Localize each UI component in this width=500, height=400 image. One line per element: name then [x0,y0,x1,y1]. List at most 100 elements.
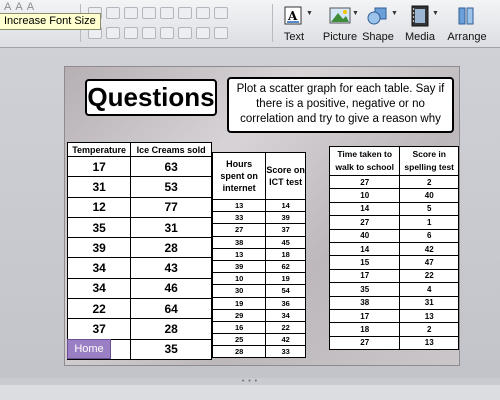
pane-splitter[interactable]: • • • [0,378,500,385]
table-cell: 46 [130,277,212,300]
slide-title[interactable]: Questions [85,79,217,116]
table-row: 39 28 [66,237,212,259]
table-cell: 13 [399,308,459,324]
table-cell: 47 [399,255,459,270]
table-cell: 39 [211,259,267,274]
table-row: 27 13 [328,335,459,351]
align-top-button[interactable] [160,27,174,39]
table-cell: 30 [211,284,267,298]
arrange-tool-label: Arrange [447,31,487,43]
table-cell: 35 [328,282,401,297]
paragraph-controls [88,7,228,19]
clear-formatting-icon[interactable]: A [27,1,34,13]
table-cell: 36 [265,296,306,310]
table-cell: 17 [328,308,401,324]
table-row: 25 42 [211,333,306,347]
media-tool[interactable]: Media [396,2,444,43]
table-cell: 22 [399,268,459,284]
numbering-button[interactable] [106,7,120,19]
table-cell: 17 [66,155,132,178]
table-cell: 22 [66,298,132,320]
table-header: Score on ICT test [265,152,306,200]
align-bottom-button[interactable] [196,27,210,39]
chevron-down-icon[interactable]: ▼ [432,10,439,17]
table-cell: 15 [328,255,401,270]
table-cell: 42 [399,241,459,257]
table-cell: 27 [328,215,401,230]
indent-button[interactable] [142,7,156,19]
table-cell: 40 [328,228,401,243]
home-button[interactable]: Home [67,339,111,359]
columns-button[interactable] [196,7,210,19]
table-cell: 5 [399,201,459,217]
slide[interactable]: Questions Plot a scatter graph for each … [64,66,460,366]
table-cell: 39 [66,237,132,259]
table-cell: 37 [66,318,132,340]
table-row: 27 1 [328,215,459,230]
svg-text:A: A [287,9,298,23]
tooltip: Increase Font Size [0,13,101,30]
table-row: 33 39 [211,211,306,225]
table-cell: 64 [130,298,212,320]
table-cell: 10 [211,272,267,286]
table-row: 17 63 [66,155,212,178]
convert-to-smartart-button[interactable] [214,27,228,39]
table-cell: 53 [130,176,212,198]
text-box-tool[interactable]: A Text [270,2,318,43]
line-spacing-button[interactable] [160,7,174,19]
table-row: 37 28 [66,318,212,340]
table-row: 17 13 [328,308,459,324]
shape-tool[interactable]: Shape [354,2,402,43]
arrange-icon [458,7,474,25]
table-row: 18 2 [328,322,459,337]
internet-table[interactable]: Hours spent on internet Score on ICT tes… [211,152,306,359]
font-size-controls: A A A [4,1,34,13]
alignment-controls [88,27,228,39]
table-row: 28 33 [211,345,306,359]
text-direction-button[interactable] [178,7,192,19]
table-cell: 77 [130,196,212,218]
grip-handle-icon[interactable]: • • • [242,378,258,385]
table-cell: 1 [399,215,459,230]
table-row: 19 36 [211,296,306,310]
table-cell: 17 [328,268,401,284]
align-middle-button[interactable] [178,27,192,39]
table-cell: 63 [130,155,212,178]
table-cell: 14 [265,198,306,213]
table-header: Hours spent on internet [211,152,267,200]
align-right-button[interactable] [124,27,138,39]
table-row: 17 22 [328,268,459,284]
table-cell: 28 [211,345,267,359]
increase-font-size-icon[interactable]: A [4,1,11,13]
table-cell: 31 [130,216,212,239]
table-cell: 39 [265,211,306,225]
table-cell: 31 [399,295,459,310]
chevron-down-icon[interactable]: ▼ [306,10,313,17]
table-cell: 16 [211,320,267,335]
table-cell: 45 [265,235,306,249]
table-header: Score in spelling test [399,146,459,176]
align-center-button[interactable] [106,27,120,39]
table-cell: 10 [328,188,401,203]
temperature-table[interactable]: Temperature Ice Creams sold 17 63 31 53 12 77… [66,142,212,360]
decrease-font-size-icon[interactable]: A [15,1,22,13]
table-row: 14 42 [328,241,459,257]
table-cell: 34 [66,277,132,300]
table-cell: 62 [265,259,306,274]
table-cell: 28 [130,318,212,340]
table-cell: 34 [265,308,306,322]
spelling-table[interactable]: Time taken to walk to school Score in sp… [328,146,459,351]
table-cell: 38 [328,295,401,310]
table-cell: 13 [211,247,267,261]
justify-button[interactable] [142,27,156,39]
shape-tool-label: Shape [362,31,394,43]
more-paragraph-button[interactable] [214,7,228,19]
table-cell: 29 [211,308,267,322]
table-row: 40 6 [328,228,459,243]
instructions-text[interactable]: Plot a scatter graph for each table. Say… [227,77,454,133]
outdent-button[interactable] [124,7,138,19]
table-row: 10 40 [328,188,459,203]
arrange-tool[interactable]: Arrange [443,2,491,43]
table-cell: 37 [265,223,306,237]
table-cell: 4 [399,282,459,297]
